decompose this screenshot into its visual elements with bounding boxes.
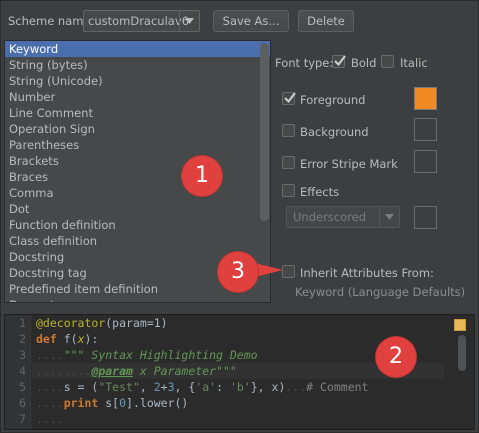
effects-type-dropdown[interactable]: Underscored bbox=[286, 206, 400, 228]
list-item[interactable]: Parentheses bbox=[5, 137, 270, 153]
code-token: "Test" bbox=[98, 380, 140, 394]
list-item[interactable]: Braces bbox=[5, 169, 270, 185]
code-token: 3 bbox=[167, 380, 175, 394]
list-item[interactable]: Function definition bbox=[5, 217, 270, 233]
code-token: + bbox=[160, 380, 168, 394]
code-token: : bbox=[216, 380, 230, 394]
list-item[interactable]: Decorator bbox=[5, 297, 270, 302]
chevron-down-icon[interactable] bbox=[179, 11, 199, 31]
foreground-label: Foreground bbox=[300, 93, 366, 107]
code-token: , bbox=[139, 380, 154, 394]
list-item[interactable]: Dot bbox=[5, 201, 270, 217]
inspection-marker-icon[interactable] bbox=[454, 319, 466, 331]
code-token: .... bbox=[36, 348, 64, 362]
code-token: print bbox=[63, 396, 106, 410]
list-scrollbar-thumb[interactable] bbox=[260, 43, 269, 221]
error-stripe-label: Error Stripe Mark bbox=[300, 157, 398, 171]
code-token: .... bbox=[36, 396, 64, 410]
scheme-name-label: Scheme name: bbox=[8, 14, 95, 28]
code-token: }, x) bbox=[250, 380, 286, 394]
code-line[interactable]: ....s = ("Test", 2+3, {'a': 'b'}, x)...#… bbox=[32, 379, 444, 395]
code-token: """ Syntax Highlighting Demo bbox=[63, 348, 258, 362]
line-number-gutter: 1 2 3 4 5 6 7 bbox=[5, 315, 31, 429]
code-token: ): bbox=[84, 332, 99, 346]
scheme-name-value: customDraculav6 bbox=[88, 14, 189, 28]
effects-type-value: Underscored bbox=[293, 210, 367, 224]
code-token: .... bbox=[36, 412, 64, 426]
annotation-badge-2: 2 bbox=[376, 337, 416, 377]
code-token: ].lower() bbox=[126, 396, 189, 410]
code-token: s[ bbox=[105, 396, 120, 410]
code-token: 'a' bbox=[195, 380, 217, 394]
line-number: 1 bbox=[19, 316, 26, 330]
effects-color-swatch[interactable] bbox=[414, 206, 437, 229]
bold-label: Bold bbox=[351, 56, 377, 70]
checkmark-icon bbox=[284, 92, 296, 104]
list-item[interactable]: Number bbox=[5, 89, 270, 105]
error-stripe-checkbox[interactable] bbox=[282, 156, 295, 169]
line-number: 2 bbox=[19, 332, 26, 346]
code-token: ........ bbox=[36, 364, 92, 378]
code-line[interactable]: ....print s[0].lower() bbox=[32, 395, 444, 411]
list-item[interactable]: String (Unicode) bbox=[5, 73, 270, 89]
error-stripe-color-swatch[interactable] bbox=[414, 150, 437, 173]
code-token: def bbox=[36, 332, 64, 346]
line-number: 3 bbox=[19, 348, 26, 362]
background-color-swatch[interactable] bbox=[414, 118, 437, 141]
line-number: 4 bbox=[19, 364, 26, 378]
code-line[interactable]: @decorator(param=1) bbox=[32, 315, 444, 331]
code-line[interactable]: .... bbox=[32, 411, 444, 427]
code-token: .... bbox=[36, 380, 64, 394]
font-type-label: Font type: bbox=[275, 56, 334, 70]
foreground-color-swatch[interactable] bbox=[414, 87, 437, 110]
italic-label: Italic bbox=[400, 56, 428, 70]
annotation-badge-3: 3 bbox=[218, 252, 258, 292]
list-item[interactable]: Brackets bbox=[5, 153, 270, 169]
editor-scrollbar-thumb[interactable] bbox=[458, 335, 466, 371]
effects-label: Effects bbox=[300, 185, 340, 199]
annotation-badge-1: 1 bbox=[182, 156, 222, 196]
list-item[interactable]: Keyword bbox=[5, 41, 270, 57]
effects-checkbox[interactable] bbox=[282, 184, 295, 197]
code-token: , { bbox=[174, 380, 196, 394]
code-token: f( bbox=[63, 332, 78, 346]
code-token: 'b' bbox=[229, 380, 251, 394]
list-item[interactable]: Line Comment bbox=[5, 105, 270, 121]
italic-checkbox[interactable] bbox=[381, 55, 394, 68]
line-number: 7 bbox=[19, 412, 26, 426]
inherit-source-link[interactable]: Keyword (Language Defaults) bbox=[295, 285, 465, 299]
bold-checkbox[interactable] bbox=[332, 55, 346, 68]
code-token: (param=1) bbox=[105, 316, 168, 330]
save-as-button[interactable]: Save As... bbox=[213, 10, 289, 32]
code-token: @param bbox=[91, 364, 133, 378]
checkmark-icon bbox=[334, 55, 346, 67]
list-item[interactable]: String (bytes) bbox=[5, 57, 270, 73]
list-item[interactable]: Comma bbox=[5, 185, 270, 201]
list-item[interactable]: Operation Sign bbox=[5, 121, 270, 137]
chevron-down-icon[interactable] bbox=[379, 207, 399, 227]
background-label: Background bbox=[300, 125, 369, 139]
code-token: s = ( bbox=[63, 380, 99, 394]
line-number: 6 bbox=[19, 396, 26, 410]
inherit-label: Inherit Attributes From: bbox=[300, 266, 434, 280]
list-item[interactable]: Class definition bbox=[5, 233, 270, 249]
code-token: @decorator bbox=[36, 316, 106, 330]
foreground-checkbox[interactable] bbox=[282, 92, 296, 105]
code-token: 2 bbox=[153, 380, 161, 394]
background-checkbox[interactable] bbox=[282, 124, 295, 137]
delete-button[interactable]: Delete bbox=[298, 10, 354, 32]
scheme-name-dropdown[interactable]: customDraculav6 bbox=[83, 10, 200, 32]
code-token: ... bbox=[285, 380, 307, 394]
code-token: # Comment bbox=[306, 380, 369, 394]
code-token: x bbox=[77, 332, 85, 346]
code-token: x Parameter""" bbox=[132, 364, 237, 378]
line-number: 5 bbox=[19, 380, 26, 394]
code-token: 0 bbox=[119, 396, 127, 410]
